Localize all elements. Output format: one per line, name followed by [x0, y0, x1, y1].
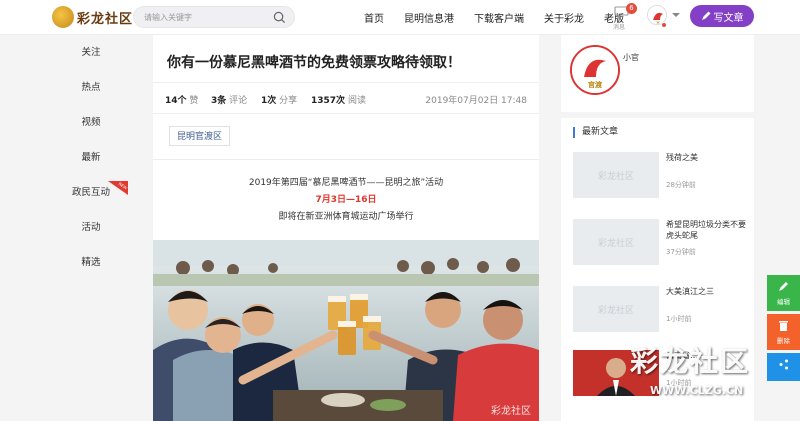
left-category-menu: 关注 热点 视频 最新 政民互动 NEW 活动 精选: [42, 35, 140, 280]
likes-label: 赞: [189, 96, 199, 106]
reads-stat: 1357次 阅读: [311, 93, 366, 106]
menu-item-featured[interactable]: 精选: [42, 245, 140, 280]
beer-festival-photo: [153, 240, 539, 421]
site-watermark: 彩龙社区 WWW.CLZG.CN: [600, 340, 800, 410]
intro-dates: 7月3日—16日: [315, 195, 377, 205]
nav-download-client[interactable]: 下载客户端: [474, 10, 524, 25]
trash-icon: [779, 321, 788, 331]
recent-article-item[interactable]: 彩龙社区 大美滇江之三 1小时前: [573, 286, 748, 332]
guandu-emblem-icon: 官渡: [572, 47, 618, 93]
menu-item-activities[interactable]: 活动: [42, 210, 140, 245]
new-tag-icon: NEW: [108, 181, 128, 195]
author-name[interactable]: 小官: [623, 52, 639, 63]
top-header: 彩龙社区 首页 昆明信息港 下载客户端 关于彩龙 老版 6 消息 官: [0, 0, 800, 35]
intro-line-1: 2019年第四届“慕尼黑啤酒节——昆明之旅”活动: [248, 178, 444, 188]
main-nav: 首页 昆明信息港 下载客户端 关于彩龙 老版: [364, 0, 624, 35]
comments-count: 3条: [211, 96, 227, 106]
edit-icon: [779, 282, 788, 291]
nav-kunming-info[interactable]: 昆明信息港: [404, 10, 454, 25]
menu-item-latest[interactable]: 最新: [42, 140, 140, 175]
svg-text:官渡: 官渡: [588, 80, 603, 89]
shares-stat[interactable]: 1次 分享: [261, 93, 297, 106]
site-logo[interactable]: 彩龙社区: [52, 5, 133, 29]
edit-button[interactable]: 编辑: [767, 275, 800, 311]
intro-line-3: 即将在新亚洲体育城运动广场举行: [278, 212, 414, 222]
likes-count: 14个: [165, 96, 187, 106]
watermark-text: 彩龙社区: [630, 345, 751, 378]
write-article-button[interactable]: 写文章: [690, 5, 754, 27]
reads-count: 1357次: [311, 96, 346, 106]
search-input[interactable]: [144, 10, 264, 25]
recent-article-time: 1小时前: [666, 315, 692, 323]
recent-article-thumbnail: 彩龙社区: [573, 152, 659, 198]
shares-label: 分享: [279, 96, 298, 106]
svg-text:官: 官: [656, 20, 660, 25]
recent-article-item[interactable]: 彩龙社区 残荷之美 28分钟前: [573, 152, 748, 198]
likes-stat[interactable]: 14个 赞: [165, 93, 198, 106]
recent-article-thumbnail: 彩龙社区: [573, 286, 659, 332]
menu-item-gov-interaction[interactable]: 政民互动 NEW: [42, 175, 140, 210]
article-date: 2019年07月02日 17:48: [425, 96, 527, 106]
recent-article-item[interactable]: 彩龙社区 希望昆明垃圾分类不要虎头蛇尾 37分钟前: [573, 219, 748, 265]
article-photo: 彩龙社区: [153, 240, 539, 421]
menu-item-hot[interactable]: 热点: [42, 70, 140, 105]
recent-article-title: 希望昆明垃圾分类不要虎头蛇尾: [666, 220, 746, 240]
recent-article-title: 大美滇江之三: [666, 287, 714, 296]
watermark-url: WWW.CLZG.CN: [650, 384, 744, 397]
photo-watermark: 彩龙社区: [491, 406, 531, 417]
menu-item-video[interactable]: 视频: [42, 105, 140, 140]
nav-home[interactable]: 首页: [364, 10, 384, 25]
divider: [153, 159, 539, 160]
recent-articles-title: 最新文章: [573, 127, 618, 138]
recent-article-time: 37分钟前: [666, 248, 696, 256]
article-tag[interactable]: 昆明官渡区: [169, 126, 231, 146]
comments-stat[interactable]: 3条 评论: [211, 93, 247, 106]
logo-dragon-icon: [52, 6, 74, 28]
write-article-label: 写文章: [713, 12, 744, 24]
menu-item-gov-interaction-label: 政民互动: [71, 187, 110, 198]
recent-article-time: 28分钟前: [666, 181, 696, 189]
messages-button[interactable]: 6 消息: [611, 3, 637, 32]
menu-item-follow[interactable]: 关注: [42, 35, 140, 70]
recent-article-thumbnail: 彩龙社区: [573, 219, 659, 265]
messages-label: 消息: [613, 24, 626, 31]
author-card: 官渡 小官: [561, 35, 754, 112]
edit-label: 编辑: [777, 298, 790, 306]
messages-count-badge: 6: [626, 3, 637, 14]
pen-icon: [701, 11, 710, 20]
comments-label: 评论: [229, 96, 248, 106]
nav-about[interactable]: 关于彩龙: [544, 10, 584, 25]
logo-text: 彩龙社区: [77, 11, 134, 27]
shares-count: 1次: [261, 96, 277, 106]
article-stats-bar: 14个 赞 3条 评论 1次 分享 1357次 阅读 2019年07月02日 1…: [153, 82, 539, 114]
article-panel: 你有一份慕尼黑啤酒节的免费领票攻略待领取！ 14个 赞 3条 评论 1次 分享 …: [153, 35, 539, 421]
search-box: [133, 6, 295, 28]
search-icon[interactable]: [273, 11, 286, 24]
article-title: 你有一份慕尼黑啤酒节的免费领票攻略待领取！: [167, 55, 461, 71]
recent-article-title: 残荷之美: [666, 153, 698, 162]
avatar-status-dot: [661, 22, 667, 28]
author-avatar[interactable]: 官渡: [570, 45, 620, 95]
chevron-down-icon[interactable]: [672, 13, 680, 17]
reads-label: 阅读: [347, 96, 366, 106]
